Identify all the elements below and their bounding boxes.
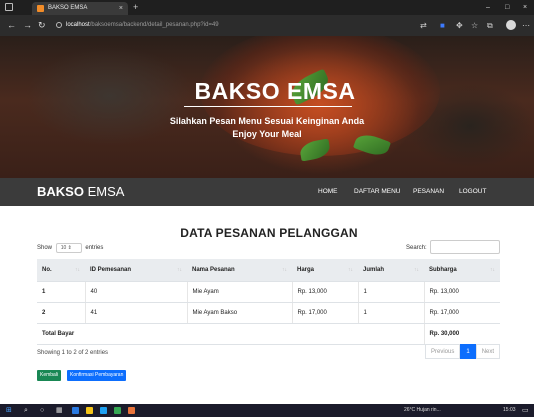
explorer-taskbar-icon[interactable] bbox=[86, 407, 93, 414]
search-label: Search: bbox=[406, 245, 427, 251]
sort-icon: ↑↓ bbox=[414, 267, 419, 273]
app-taskbar-icon[interactable] bbox=[114, 407, 121, 414]
sort-icon: ↑↓ bbox=[490, 267, 495, 273]
back-button[interactable]: Kembali bbox=[37, 370, 62, 381]
table-total-row: Total Bayar Rp. 30,000 bbox=[37, 323, 500, 345]
table-header-row: No. ↑↓ ID Pemesanan ↑↓ Nama Pesanan ↑↓ Harg… bbox=[37, 259, 500, 282]
column-header-no[interactable]: No. ↑↓ bbox=[37, 259, 85, 282]
translate-icon[interactable]: ⇄ bbox=[420, 15, 427, 36]
column-header-nama-pesanan[interactable]: Nama Pesanan ↑↓ bbox=[187, 259, 292, 282]
notification-icon[interactable]: ▭ bbox=[522, 404, 529, 417]
total-value: Rp. 30,000 bbox=[424, 323, 500, 345]
edge-taskbar-icon[interactable] bbox=[72, 407, 79, 414]
clock[interactable]: 15:03 bbox=[503, 404, 516, 417]
table-cell: Rp. 17,000 bbox=[424, 302, 500, 324]
url-field[interactable]: localhost/baksoemsa/backend/detail_pesan… bbox=[66, 19, 406, 32]
browser-tab-bar: BAKSO EMSA × + – □ × bbox=[0, 0, 534, 15]
column-header-harga[interactable]: Harga ↑↓ bbox=[292, 259, 358, 282]
table-cell: 1 bbox=[358, 302, 425, 324]
table-row: 1 40 Mie Ayam Rp. 13,000 1 Rp. 13,000 bbox=[37, 281, 500, 303]
extensions-puzzle-icon[interactable]: ✥ bbox=[456, 15, 463, 36]
table-cell: Rp. 13,000 bbox=[292, 281, 359, 303]
weather-widget[interactable]: 26°C Hujan rin... bbox=[404, 404, 441, 417]
table-cell: 2 bbox=[37, 302, 86, 324]
site-info-icon[interactable] bbox=[56, 22, 62, 28]
site-navbar: BAKSO EMSA HOME DAFTAR MENU PESANAN LOGO… bbox=[0, 178, 534, 206]
hero-title: BAKSO EMSA bbox=[194, 78, 356, 104]
nav-link-home[interactable]: HOME bbox=[318, 178, 338, 206]
entries-length-control: Show 10 ⇕ entries bbox=[37, 243, 103, 253]
maximize-button[interactable]: □ bbox=[505, 0, 509, 15]
back-icon[interactable]: ← bbox=[7, 15, 16, 36]
column-header-jumlah[interactable]: Jumlah ↑↓ bbox=[358, 259, 424, 282]
sort-icon: ↑↓ bbox=[177, 267, 182, 273]
page-title: DATA PESANAN PELANGGAN bbox=[180, 226, 358, 240]
start-icon[interactable]: ⊞ bbox=[6, 404, 12, 417]
table-cell: 1 bbox=[358, 281, 425, 303]
pagination: Previous 1 Next bbox=[425, 344, 501, 359]
search-icon[interactable]: ⌕ bbox=[24, 404, 28, 417]
app-taskbar-icon[interactable] bbox=[100, 407, 107, 414]
nav-link-logout[interactable]: LOGOUT bbox=[459, 178, 486, 206]
minimize-button[interactable]: – bbox=[486, 0, 490, 15]
app-taskbar-icon[interactable] bbox=[128, 407, 135, 414]
url-path: /baksoemsa/backend/detail_pesanan.php?id… bbox=[89, 22, 219, 28]
nav-link-pesanan[interactable]: PESANAN bbox=[413, 178, 444, 206]
tab-close-icon[interactable]: × bbox=[119, 2, 123, 15]
table-cell: 40 bbox=[85, 281, 188, 303]
table-row: 2 41 Mie Ayam Bakso Rp. 17,000 1 Rp. 17,… bbox=[37, 302, 500, 324]
entries-label: entries bbox=[85, 245, 104, 251]
show-label: Show bbox=[37, 245, 53, 251]
browser-tab[interactable]: BAKSO EMSA × bbox=[32, 2, 128, 15]
pagination-next[interactable]: Next bbox=[475, 344, 501, 359]
nav-link-daftar-menu[interactable]: DAFTAR MENU bbox=[354, 178, 400, 206]
sort-icon: ↑↓ bbox=[282, 267, 287, 273]
entries-select[interactable]: 10 ⇕ bbox=[55, 243, 82, 253]
brand-logo[interactable]: BAKSO EMSA bbox=[37, 178, 124, 206]
forward-icon[interactable]: → bbox=[23, 15, 32, 36]
pagination-previous[interactable]: Previous bbox=[425, 344, 461, 359]
tab-favicon-icon bbox=[37, 5, 44, 12]
column-header-id-pemesanan[interactable]: ID Pemesanan ↑↓ bbox=[85, 259, 187, 282]
table-info: Showing 1 to 2 of 2 entries bbox=[37, 350, 109, 356]
profile-avatar[interactable] bbox=[506, 20, 516, 30]
collections-icon[interactable]: ⧉ bbox=[487, 15, 493, 36]
hero-subtitle-line2: Enjoy Your Meal bbox=[232, 129, 302, 139]
table-cell: 1 bbox=[37, 281, 86, 303]
sort-icon: ↑↓ bbox=[348, 267, 353, 273]
total-label: Total Bayar bbox=[37, 323, 425, 345]
url-host: localhost bbox=[66, 22, 90, 28]
sort-icon: ↑↓ bbox=[75, 267, 80, 273]
extension-icon[interactable]: ■ bbox=[440, 15, 445, 36]
orders-table: No. ↑↓ ID Pemesanan ↑↓ Nama Pesanan ↑↓ Harg… bbox=[37, 259, 500, 345]
search-input[interactable] bbox=[430, 240, 500, 254]
window-menu-icon[interactable] bbox=[5, 3, 13, 11]
more-menu-icon[interactable]: ⋯ bbox=[522, 15, 530, 36]
pagination-page-1[interactable]: 1 bbox=[460, 344, 476, 359]
table-cell: Rp. 13,000 bbox=[424, 281, 500, 303]
address-bar-row: ← → ↻ localhost/baksoemsa/backend/detail… bbox=[0, 15, 534, 36]
hero-banner: BAKSO EMSA Silahkan Pesan Menu Sesuai Ke… bbox=[0, 36, 534, 178]
task-view-icon[interactable]: ○ bbox=[40, 404, 44, 417]
close-window-button[interactable]: × bbox=[523, 0, 527, 15]
column-header-subharga[interactable]: Subharga ↑↓ bbox=[424, 259, 500, 282]
table-cell: 41 bbox=[85, 302, 188, 324]
tab-title: BAKSO EMSA bbox=[48, 5, 88, 11]
hero-subtitle-line1: Silahkan Pesan Menu Sesuai Keinginan And… bbox=[169, 116, 365, 126]
confirm-payment-button[interactable]: Konfirmasi Pembayaran bbox=[67, 370, 127, 381]
table-cell: Rp. 17,000 bbox=[292, 302, 359, 324]
windows-taskbar: ⊞ ⌕ ○ ▦ 26°C Hujan rin... 15:03 ▭ bbox=[0, 404, 534, 417]
reload-icon[interactable]: ↻ bbox=[38, 15, 46, 36]
hero-divider bbox=[184, 106, 352, 107]
new-tab-button[interactable]: + bbox=[133, 1, 138, 14]
table-cell: Mie Ayam bbox=[187, 281, 293, 303]
favorites-icon[interactable]: ☆ bbox=[471, 15, 478, 36]
table-cell: Mie Ayam Bakso bbox=[187, 302, 293, 324]
widgets-icon[interactable]: ▦ bbox=[56, 404, 63, 417]
